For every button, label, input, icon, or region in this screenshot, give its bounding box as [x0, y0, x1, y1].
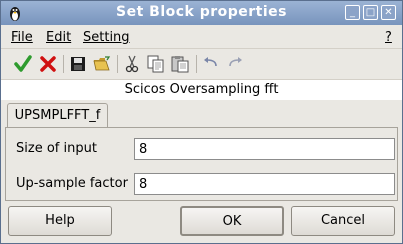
maximize-icon[interactable]: □: [363, 5, 378, 20]
ok-button[interactable]: OK: [180, 206, 284, 236]
menu-edit[interactable]: Edit: [46, 30, 71, 45]
menu-help-label: ?: [385, 30, 392, 45]
menu-file-label: File: [11, 30, 33, 45]
title-bar[interactable]: Set Block properties _ □ ✕: [1, 1, 402, 25]
menu-file[interactable]: File: [11, 30, 33, 45]
save-icon[interactable]: [68, 54, 88, 74]
minimize-icon[interactable]: _: [345, 5, 360, 20]
toolbar-separator: [117, 55, 118, 73]
up-sample-factor-field[interactable]: [134, 173, 395, 195]
cancel-x-icon[interactable]: [38, 54, 58, 74]
cancel-button[interactable]: Cancel: [291, 206, 395, 236]
paste-icon[interactable]: [170, 54, 190, 74]
toolbar-separator: [196, 55, 197, 73]
ok-check-icon[interactable]: [13, 54, 33, 74]
menu-setting[interactable]: Setting: [83, 30, 130, 45]
up-sample-factor-label: Up-sample factor: [16, 176, 128, 191]
open-folder-icon[interactable]: [92, 54, 112, 74]
undo-icon[interactable]: [201, 54, 221, 74]
tab-upsmplfft[interactable]: UPSMPLFFT_f: [7, 103, 108, 128]
parameters-panel: Size of input Up-sample factor: [5, 127, 398, 201]
close-icon[interactable]: ✕: [381, 5, 396, 20]
redo-icon[interactable]: [225, 54, 245, 74]
menu-bar: File Edit Setting ?: [1, 26, 402, 49]
menu-setting-label: Setting: [83, 30, 130, 45]
toolbar-separator: [63, 55, 64, 73]
dialog-window: Set Block properties _ □ ✕ File Edit Set…: [0, 0, 403, 244]
menu-edit-label: Edit: [46, 30, 72, 45]
menu-help[interactable]: ?: [385, 30, 392, 45]
help-button[interactable]: Help: [8, 206, 112, 236]
block-description: Scicos Oversampling fft: [1, 80, 402, 100]
toolbar: [1, 49, 402, 80]
size-of-input-label: Size of input: [16, 141, 97, 156]
size-of-input-field[interactable]: [134, 138, 395, 160]
copy-icon[interactable]: [146, 54, 166, 74]
window-title: Set Block properties: [116, 4, 287, 20]
cut-icon[interactable]: [122, 54, 142, 74]
